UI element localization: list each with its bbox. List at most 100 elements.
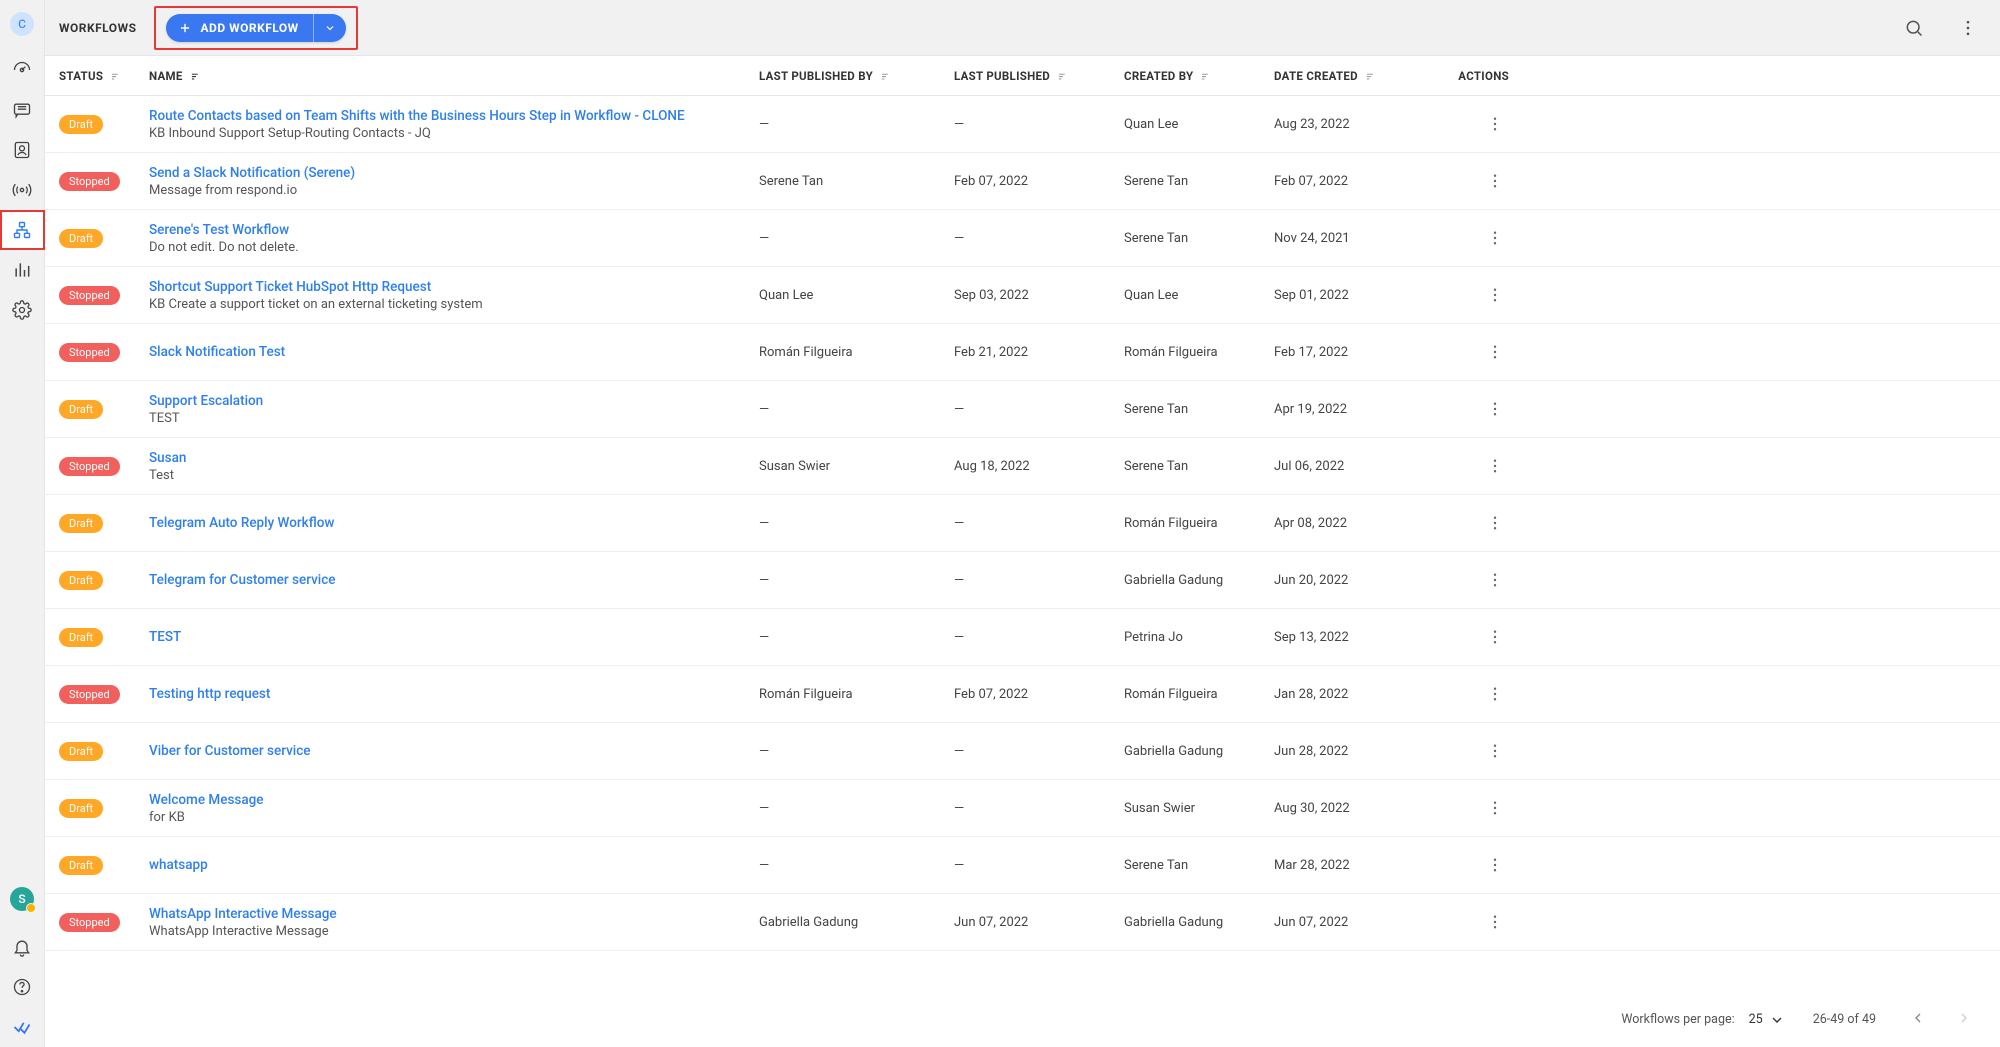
date-created: Jan 28, 2022 [1274,687,1439,702]
col-last-published[interactable]: LAST PUBLISHED [954,69,1124,83]
last-published-by: — [759,858,954,873]
col-created-by[interactable]: CREATED BY [1124,69,1274,83]
nav-contacts[interactable] [0,130,45,170]
last-published: — [954,858,1124,873]
workflow-name-link[interactable]: Viber for Customer service [149,743,759,759]
table-row: Draft Telegram for Customer service — — … [45,552,2000,609]
brand-icon [12,1017,32,1037]
more-vert-icon [1486,685,1504,703]
row-actions-button[interactable] [1481,851,1509,879]
add-workflow-label: ADD WORKFLOW [200,21,298,35]
row-actions-button[interactable] [1481,623,1509,651]
workflow-description: KB Create a support ticket on an externa… [149,297,759,312]
more-vert-icon [1486,457,1504,475]
col-date-created[interactable]: DATE CREATED [1274,69,1439,83]
status-badge: Draft [59,571,103,590]
workflow-name-link[interactable]: WhatsApp Interactive Message [149,906,759,922]
page-range: 26-49 of 49 [1813,1012,1876,1027]
nav-dashboard[interactable] [0,50,45,90]
workflow-name-link[interactable]: TEST [149,629,759,645]
last-published-by: — [759,402,954,417]
row-actions-button[interactable] [1481,224,1509,252]
more-vert-icon [1486,229,1504,247]
workflow-name-link[interactable]: Support Escalation [149,393,759,409]
last-published-by: Román Filgueira [759,687,954,702]
table: STATUS NAME LAST PUBLISHED BY LAST PUBLI… [45,56,2000,991]
row-actions-button[interactable] [1481,452,1509,480]
workflow-name-link[interactable]: Shortcut Support Ticket HubSpot Http Req… [149,279,759,295]
row-actions-button[interactable] [1481,167,1509,195]
last-published: — [954,744,1124,759]
date-created: Jun 07, 2022 [1274,915,1439,930]
row-actions-button[interactable] [1481,680,1509,708]
workflow-name-link[interactable]: Send a Slack Notification (Serene) [149,165,759,181]
nav-settings[interactable] [0,290,45,330]
workflow-name-link[interactable]: Telegram for Customer service [149,572,759,588]
row-actions-button[interactable] [1481,395,1509,423]
sidebar: C S [0,0,45,1047]
message-icon [12,100,32,120]
nav-reports[interactable] [0,250,45,290]
more-vert-icon [1486,913,1504,931]
created-by: Román Filgueira [1124,516,1274,531]
workflow-name-link[interactable]: Susan [149,450,759,466]
plus-icon [178,21,192,35]
status-badge: Draft [59,514,103,533]
row-actions-button[interactable] [1481,566,1509,594]
last-published: Feb 21, 2022 [954,345,1124,360]
workspace-avatar[interactable]: C [10,12,34,36]
nav-brand[interactable] [0,1007,45,1047]
row-actions-button[interactable] [1481,509,1509,537]
search-button[interactable] [1896,10,1932,46]
chevron-down-icon [324,22,336,34]
add-workflow-main[interactable]: ADD WORKFLOW [166,14,312,42]
user-avatar[interactable]: S [10,887,34,911]
next-page[interactable] [1950,1004,1978,1036]
nav-help[interactable] [0,967,45,1007]
table-row: Draft Viber for Customer service — — Gab… [45,723,2000,780]
row-actions-button[interactable] [1481,110,1509,138]
row-actions-button[interactable] [1481,281,1509,309]
status-badge: Stopped [59,343,120,362]
table-row: Stopped Susan Test Susan Swier Aug 18, 2… [45,438,2000,495]
last-published-by: — [759,117,954,132]
date-created: Feb 17, 2022 [1274,345,1439,360]
more-vert-icon [1486,799,1504,817]
last-published-by: Román Filgueira [759,345,954,360]
nav-notifications[interactable] [0,927,45,967]
workflow-description: Message from respond.io [149,183,759,198]
col-name[interactable]: NAME [149,69,759,83]
add-workflow-dropdown[interactable] [314,14,346,42]
workflow-name-link[interactable]: Serene's Test Workflow [149,222,759,238]
table-row: Draft Route Contacts based on Team Shift… [45,96,2000,153]
col-last-published-by[interactable]: LAST PUBLISHED BY [759,69,954,83]
add-workflow-button[interactable]: ADD WORKFLOW [166,14,345,42]
col-status[interactable]: STATUS [59,69,149,83]
nav-broadcast[interactable] [0,170,45,210]
nav-workflows[interactable] [0,210,45,250]
per-page-select[interactable]: 25 [1749,1012,1785,1028]
row-actions-button[interactable] [1481,737,1509,765]
created-by: Quan Lee [1124,288,1274,303]
last-published: — [954,117,1124,132]
workflow-name-link[interactable]: Slack Notification Test [149,344,759,360]
nav-inbox[interactable] [0,90,45,130]
workflow-name-link[interactable]: Route Contacts based on Team Shifts with… [149,108,759,124]
created-by: Gabriella Gadung [1124,915,1274,930]
row-actions-button[interactable] [1481,338,1509,366]
workflow-name-link[interactable]: Telegram Auto Reply Workflow [149,515,759,531]
created-by: Petrina Jo [1124,630,1274,645]
workflow-name-link[interactable]: Testing http request [149,686,759,702]
last-published: Aug 18, 2022 [954,459,1124,474]
more-menu-button[interactable] [1950,10,1986,46]
workflow-description: WhatsApp Interactive Message [149,924,759,939]
row-actions-button[interactable] [1481,908,1509,936]
table-row: Draft Telegram Auto Reply Workflow — — R… [45,495,2000,552]
workflow-name-link[interactable]: whatsapp [149,857,759,873]
date-created: Mar 28, 2022 [1274,858,1439,873]
status-badge: Draft [59,229,103,248]
workflow-name-link[interactable]: Welcome Message [149,792,759,808]
row-actions-button[interactable] [1481,794,1509,822]
gear-icon [12,300,32,320]
prev-page[interactable] [1904,1004,1932,1036]
